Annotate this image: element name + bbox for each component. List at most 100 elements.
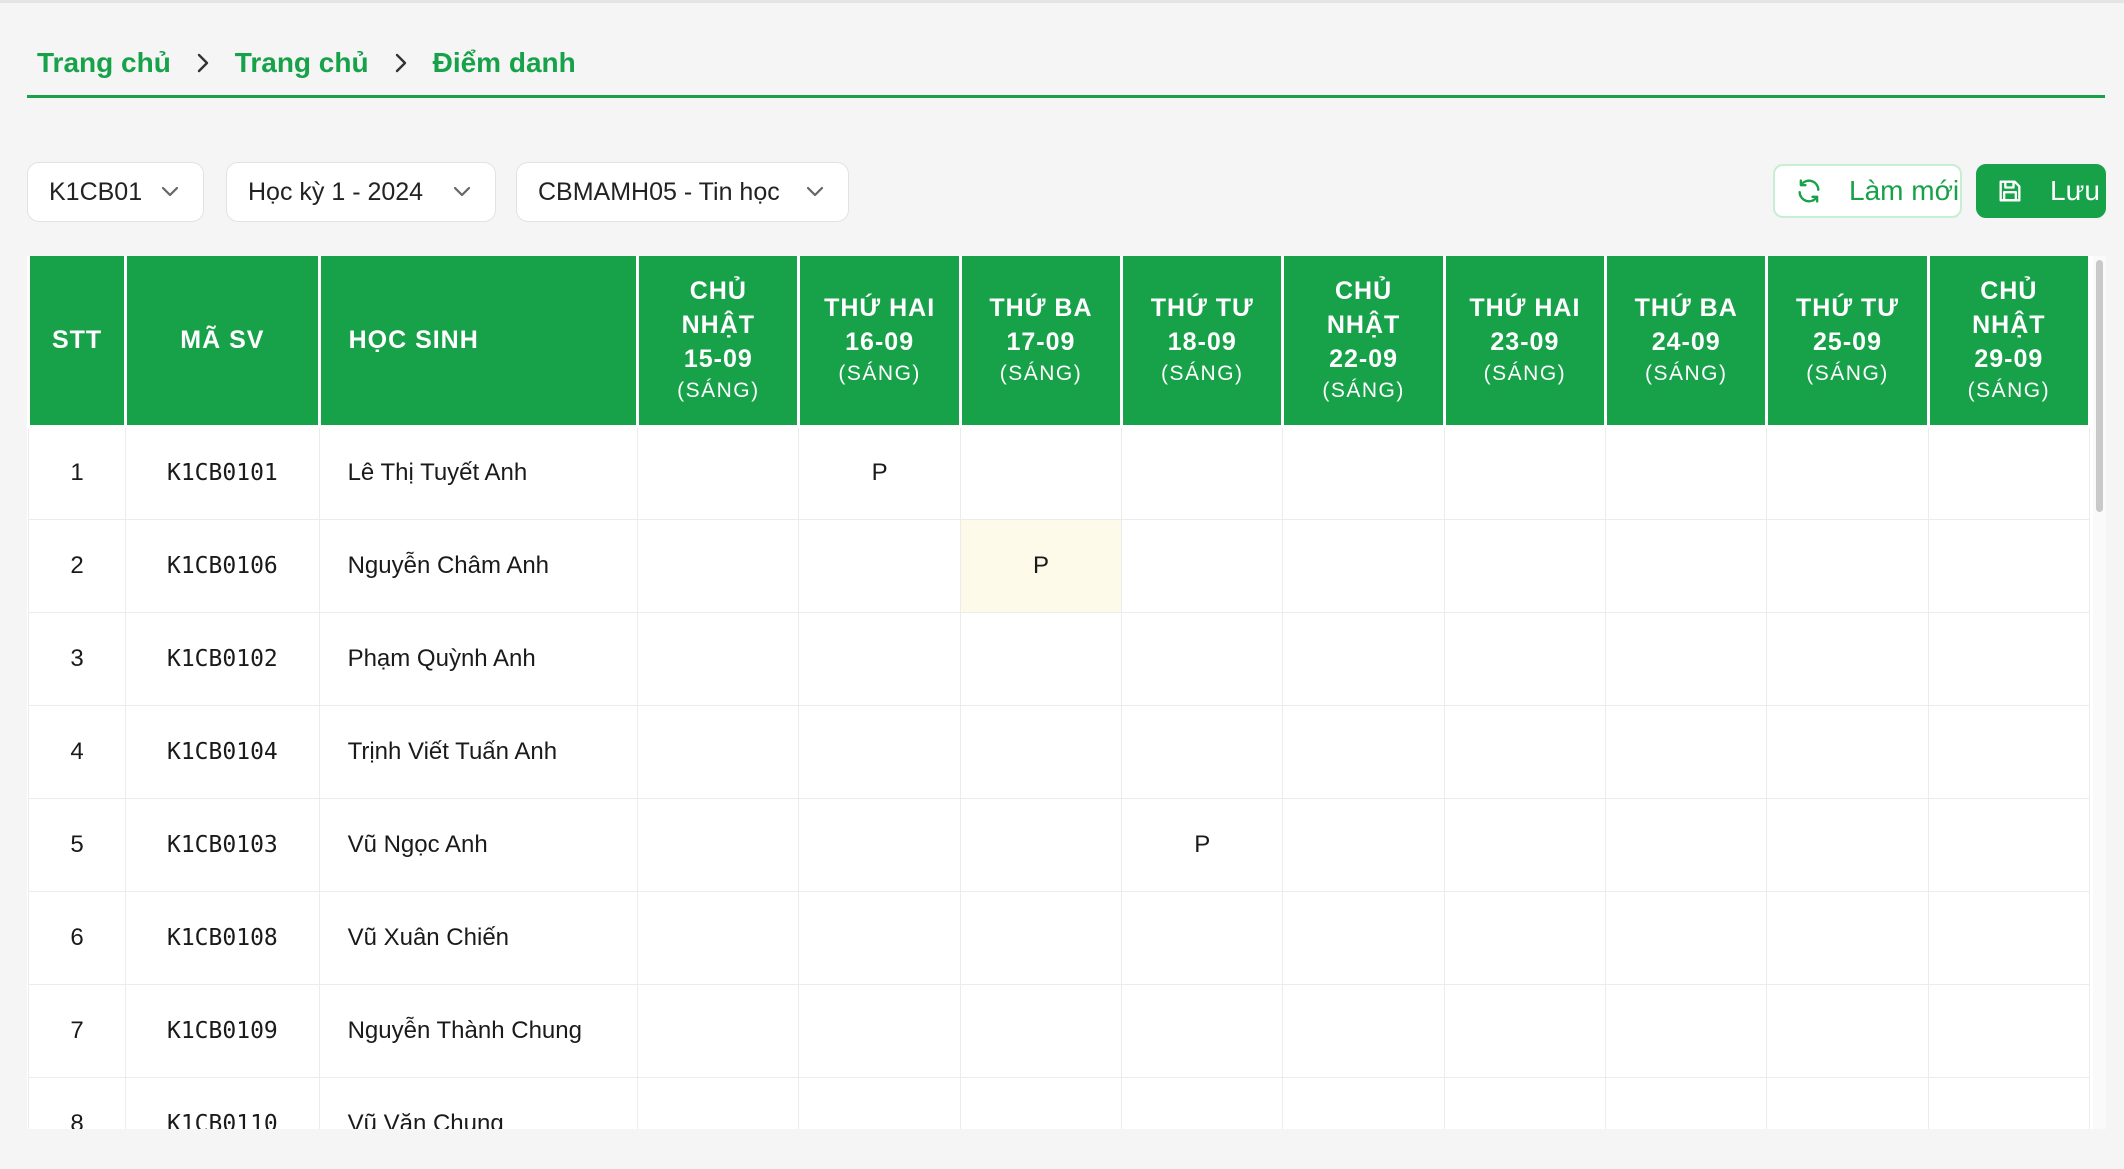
attendance-cell[interactable] [1605,797,1768,892]
attendance-cell[interactable] [1443,890,1607,985]
top-border [0,0,2124,3]
row-student-id: K1CB0108 [125,890,320,985]
semester-select[interactable]: Học kỳ 1 - 2024 [226,162,496,222]
attendance-cell[interactable] [1282,518,1445,613]
attendance-cell[interactable] [1766,1076,1929,1129]
header-date: 18-09 [1167,328,1237,357]
attendance-cell[interactable] [1766,518,1929,613]
attendance-cell[interactable] [1443,611,1607,706]
attendance-cell[interactable] [1282,797,1445,892]
attendance-cell[interactable] [1927,518,2091,613]
attendance-cell[interactable] [1927,425,2091,520]
attendance-cell[interactable] [959,890,1123,985]
attendance-cell[interactable] [798,890,961,985]
attendance-cell[interactable] [1927,797,2091,892]
attendance-cell[interactable] [798,1076,961,1129]
attendance-cell[interactable]: P [959,518,1123,613]
row-student-id: K1CB0110 [125,1076,320,1129]
attendance-cell[interactable] [1605,890,1768,985]
attendance-cell[interactable] [798,518,961,613]
attendance-cell[interactable] [1121,518,1284,613]
attendance-cell[interactable] [1121,890,1284,985]
attendance-cell[interactable] [798,611,961,706]
attendance-cell[interactable] [1605,704,1768,799]
header-date: 15-09 [683,345,753,374]
refresh-button[interactable]: Làm mới [1773,164,1962,218]
attendance-cell[interactable] [1605,518,1768,613]
attendance-cell[interactable] [637,1076,800,1129]
attendance-cell[interactable] [1766,797,1929,892]
attendance-cell[interactable] [1766,890,1929,985]
attendance-cell[interactable] [637,611,800,706]
attendance-cell[interactable] [1766,611,1929,706]
attendance-cell[interactable] [1121,704,1284,799]
header-day: THỨ HAI [1469,294,1581,323]
header-day-word: NHẬT [1326,311,1401,340]
attendance-cell[interactable] [1121,425,1284,520]
attendance-cell[interactable] [1443,1076,1607,1129]
class-select[interactable]: K1CB01 [27,162,204,222]
attendance-cell[interactable] [1282,704,1445,799]
attendance-cell[interactable] [959,704,1123,799]
attendance-cell[interactable] [637,890,800,985]
attendance-cell[interactable] [1443,983,1607,1078]
attendance-cell[interactable] [798,797,961,892]
header-session: (SÁNG) [1161,362,1244,386]
attendance-cell[interactable] [798,983,961,1078]
attendance-cell[interactable] [1766,425,1929,520]
attendance-cell[interactable]: P [1121,797,1284,892]
attendance-cell[interactable] [637,983,800,1078]
attendance-cell[interactable] [1443,704,1607,799]
header-session: (SÁNG) [1483,362,1567,386]
attendance-cell[interactable] [1282,611,1445,706]
table-row: 2 K1CB0106 Nguyễn Châm Anh P [27,518,2091,613]
attendance-cell[interactable] [1282,425,1445,520]
breadcrumb-home[interactable]: Trang chủ [27,47,181,79]
refresh-icon [1795,177,1823,205]
attendance-cell[interactable] [1282,890,1445,985]
attendance-cell[interactable] [1605,611,1768,706]
attendance-cell[interactable] [959,611,1123,706]
attendance-cell[interactable] [1927,611,2091,706]
attendance-cell[interactable] [959,983,1123,1078]
attendance-cell[interactable] [1443,425,1607,520]
attendance-cell[interactable] [1282,983,1445,1078]
attendance-cell[interactable] [1605,1076,1768,1129]
attendance-cell[interactable] [637,518,800,613]
attendance-cell[interactable] [1121,611,1284,706]
table-row: 7 K1CB0109 Nguyễn Thành Chung [27,983,2091,1078]
attendance-cell[interactable] [1766,983,1929,1078]
attendance-cell[interactable] [1282,1076,1445,1129]
attendance-cell[interactable] [1927,983,2091,1078]
chevron-down-icon [453,186,471,197]
attendance-cell[interactable] [1443,797,1607,892]
attendance-cell[interactable] [959,425,1123,520]
attendance-cell[interactable] [637,797,800,892]
header-session: (SÁNG) [1967,379,2051,403]
attendance-cell[interactable] [1443,518,1607,613]
attendance-cell[interactable] [959,1076,1123,1129]
attendance-cell[interactable] [1927,890,2091,985]
attendance-cell[interactable] [1766,704,1929,799]
header-date: 29-09 [1974,345,2044,374]
row-student-name: Nguyễn Thành Chung [318,983,639,1078]
scrollbar-thumb[interactable] [2096,260,2103,512]
attendance-cell[interactable]: P [798,425,961,520]
attendance-cell[interactable] [798,704,961,799]
attendance-cell[interactable] [1121,983,1284,1078]
attendance-cell[interactable] [1927,704,2091,799]
attendance-cell[interactable] [1121,1076,1284,1129]
header-student: HỌC SINH [317,256,640,428]
attendance-cell[interactable] [1605,983,1768,1078]
attendance-cell[interactable] [1605,425,1768,520]
attendance-cell[interactable] [959,797,1123,892]
attendance-table-container[interactable]: STT MÃ SV HỌC SINH CHỦ NHẬT 15-09 (SÁNG) THỨ… [27,256,2106,1129]
attendance-cell[interactable] [637,704,800,799]
save-button[interactable]: Lưu [1976,164,2106,218]
attendance-cell[interactable] [637,425,800,520]
attendance-table: STT MÃ SV HỌC SINH CHỦ NHẬT 15-09 (SÁNG) THỨ… [27,256,2092,1129]
attendance-cell[interactable] [1927,1076,2091,1129]
breadcrumb-home-2[interactable]: Trang chủ [225,47,379,79]
row-student-name: Vũ Xuân Chiến [318,890,639,985]
subject-select[interactable]: CBMAMH05 - Tin học [516,162,849,222]
